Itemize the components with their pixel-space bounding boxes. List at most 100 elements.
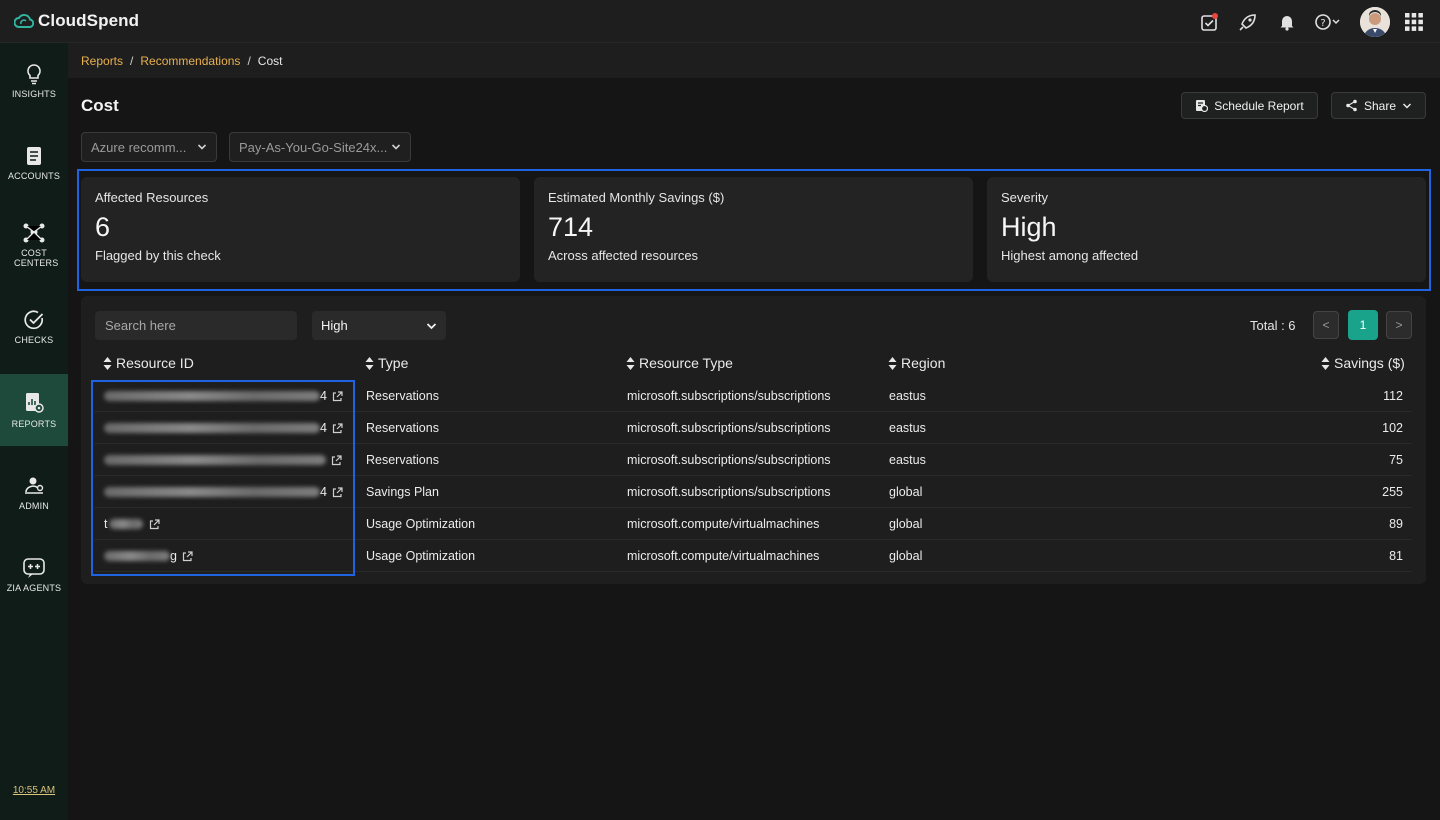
resource-type-cell: microsoft.subscriptions/subscriptions — [627, 485, 831, 499]
check-icon — [24, 310, 44, 330]
breadcrumb-current: Cost — [257, 53, 283, 68]
resource-id-highlight-frame — [91, 380, 355, 576]
sort-icon — [1321, 356, 1330, 370]
sidebar-item-label: ZIA AGENTS — [6, 583, 62, 593]
next-page-button[interactable]: > — [1386, 311, 1412, 339]
account-filter-value: Pay-As-You-Go-Site24x... — [239, 139, 388, 155]
brand-logo[interactable]: CloudSpend — [14, 11, 139, 31]
bell-icon[interactable] — [1267, 0, 1306, 43]
share-button[interactable]: Share — [1331, 92, 1426, 119]
savings-cell: 89 — [1389, 517, 1403, 531]
sidebar-item-accounts[interactable]: ACCOUNTS — [0, 127, 68, 199]
top-bar: CloudSpend ? — [0, 0, 1440, 43]
bulb-icon — [27, 64, 41, 85]
account-filter-select[interactable]: Pay-As-You-Go-Site24x... — [229, 132, 411, 162]
admin-icon — [25, 477, 44, 494]
sidebar-item-label: INSIGHTS — [11, 89, 57, 99]
column-header-region[interactable]: Region — [888, 355, 945, 371]
provider-filter-value: Azure recomm... — [91, 139, 187, 155]
task-icon[interactable] — [1189, 0, 1228, 43]
breadcrumb-recommendations[interactable]: Recommendations — [140, 54, 240, 68]
sort-icon — [626, 356, 635, 370]
card-subtitle: Across affected resources — [548, 248, 699, 263]
schedule-report-button[interactable]: Schedule Report — [1181, 92, 1318, 119]
resource-type-cell: microsoft.compute/virtualmachines — [627, 549, 820, 563]
severity-filter-value: High — [321, 318, 348, 333]
schedule-icon — [1196, 100, 1209, 112]
type-cell: Savings Plan — [366, 485, 439, 499]
resource-type-cell: microsoft.subscriptions/subscriptions — [627, 389, 831, 403]
breadcrumb-separator: / — [130, 53, 134, 68]
column-header-type[interactable]: Type — [365, 355, 408, 371]
chevron-down-icon — [197, 144, 207, 150]
region-cell: eastus — [889, 389, 926, 403]
reports-icon — [26, 393, 44, 413]
savings-cell: 102 — [1382, 421, 1403, 435]
column-header-resource-id[interactable]: Resource ID — [103, 355, 194, 371]
chevron-down-icon — [391, 144, 401, 150]
breadcrumb: Reports / Recommendations / Cost — [68, 43, 1440, 78]
card-label: Affected Resources — [95, 190, 209, 205]
region-cell: global — [889, 549, 923, 563]
card-label: Estimated Monthly Savings ($) — [548, 190, 725, 205]
type-cell: Reservations — [366, 421, 439, 435]
column-header-label: Savings ($) — [1334, 355, 1405, 371]
provider-filter-select[interactable]: Azure recomm... — [81, 132, 217, 162]
column-header-label: Resource ID — [116, 355, 194, 371]
sidebar-item-admin[interactable]: ADMIN — [0, 457, 68, 529]
region-cell: global — [889, 485, 923, 499]
card-value: High — [1001, 212, 1057, 242]
sidebar-item-cost-centers[interactable]: COST CENTERS — [0, 209, 68, 281]
sort-icon — [888, 356, 897, 370]
resource-type-cell: microsoft.subscriptions/subscriptions — [627, 453, 831, 467]
resource-type-cell: microsoft.compute/virtualmachines — [627, 517, 820, 531]
apps-grid-icon[interactable] — [1402, 0, 1426, 43]
savings-cell: 112 — [1383, 389, 1403, 403]
total-count: Total : 6 — [1250, 318, 1296, 333]
cloud-logo-icon — [14, 14, 34, 28]
rocket-icon[interactable] — [1228, 0, 1267, 43]
type-cell: Reservations — [366, 389, 439, 403]
card-subtitle: Highest among affected — [1001, 248, 1139, 263]
card-value: 714 — [548, 212, 594, 242]
type-cell: Usage Optimization — [366, 549, 476, 563]
sidebar-item-checks[interactable]: CHECKS — [0, 291, 68, 363]
savings-cell: 81 — [1389, 549, 1403, 563]
estimated-savings-card: Estimated Monthly Savings ($) 714 Across… — [534, 177, 973, 282]
search-input[interactable]: Search here — [95, 311, 297, 340]
page-title: Cost — [81, 96, 119, 115]
affected-resources-card: Affected Resources 6 Flagged by this che… — [81, 177, 520, 282]
sidebar-item-label: ACCOUNTS — [7, 171, 61, 181]
sidebar-item-label: CHECKS — [14, 335, 54, 345]
severity-filter-select[interactable]: High — [312, 311, 446, 340]
help-icon[interactable]: ? — [1306, 0, 1350, 43]
sort-icon — [365, 356, 374, 370]
cost-centers-icon — [23, 223, 45, 243]
prev-page-button[interactable]: < — [1313, 311, 1339, 339]
resource-type-cell: microsoft.subscriptions/subscriptions — [627, 421, 831, 435]
sidebar-item-zia-agents[interactable]: ZIA AGENTS — [0, 539, 68, 611]
app-name: CloudSpend — [38, 11, 140, 30]
breadcrumb-reports[interactable]: Reports — [81, 54, 123, 68]
type-cell: Reservations — [366, 453, 439, 467]
region-cell: eastus — [889, 421, 926, 435]
column-header-resource-type[interactable]: Resource Type — [626, 355, 733, 371]
column-header-savings[interactable]: Savings ($) — [1321, 355, 1405, 371]
sort-icon — [103, 356, 112, 370]
chevron-down-icon — [426, 322, 437, 329]
svg-text:?: ? — [1320, 18, 1325, 29]
sidebar-item-reports[interactable]: REPORTS — [0, 374, 68, 446]
column-header-label: Resource Type — [639, 355, 733, 371]
sidebar-item-insights[interactable]: INSIGHTS — [0, 45, 68, 117]
column-header-label: Region — [901, 355, 946, 371]
avatar[interactable] — [1360, 6, 1390, 37]
column-header-label: Type — [378, 355, 409, 371]
accounts-icon — [27, 147, 41, 165]
card-value: 6 — [95, 212, 111, 242]
search-placeholder: Search here — [105, 318, 176, 333]
clock-time[interactable]: 10:55 AM — [0, 785, 68, 796]
share-icon — [1346, 99, 1357, 112]
savings-cell: 255 — [1382, 485, 1403, 499]
card-label: Severity — [1001, 190, 1048, 205]
page-number-button[interactable]: 1 — [1348, 310, 1378, 340]
